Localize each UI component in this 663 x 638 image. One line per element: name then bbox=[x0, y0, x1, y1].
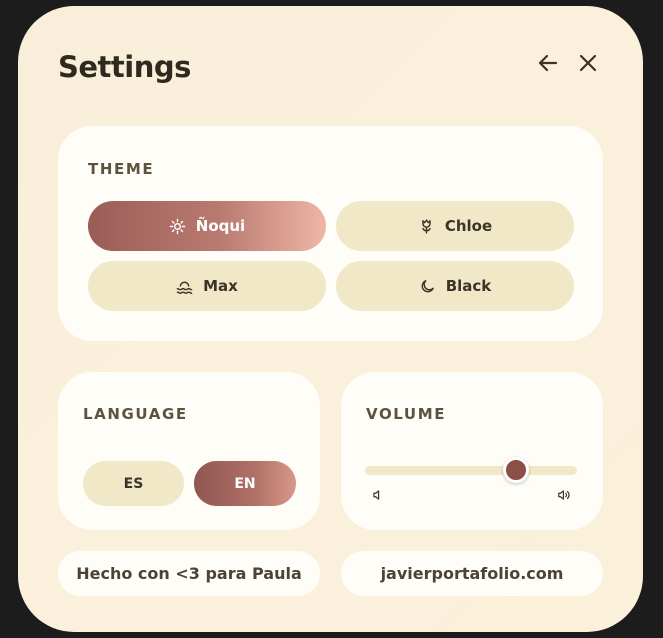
language-label: LANGUAGE bbox=[83, 405, 188, 423]
language-option-en[interactable]: EN bbox=[194, 461, 296, 506]
settings-panel: Settings THEME Ñoqui Chloe Max Black LAN… bbox=[18, 6, 643, 632]
volume-card: VOLUME bbox=[341, 372, 603, 530]
volume-low-icon bbox=[373, 490, 380, 500]
volume-high-icon bbox=[558, 490, 570, 500]
close-icon bbox=[579, 54, 597, 72]
page-title: Settings bbox=[58, 50, 191, 84]
theme-card: THEME Ñoqui Chloe Max Black bbox=[58, 126, 603, 341]
language-option-es[interactable]: ES bbox=[83, 461, 184, 506]
theme-label: THEME bbox=[88, 160, 155, 178]
volume-label: VOLUME bbox=[366, 405, 447, 423]
theme-option-label: Black bbox=[445, 277, 492, 295]
theme-option-noqui[interactable]: Ñoqui bbox=[88, 201, 326, 251]
language-card: LANGUAGE ES EN bbox=[58, 372, 320, 530]
back-button[interactable] bbox=[535, 50, 561, 76]
theme-option-label: Max bbox=[203, 277, 238, 295]
waves-icon bbox=[176, 281, 193, 294]
theme-option-max[interactable]: Max bbox=[88, 261, 326, 311]
portfolio-link[interactable]: javierportafolio.com bbox=[341, 551, 603, 596]
theme-option-black[interactable]: Black bbox=[336, 261, 574, 311]
flower-icon bbox=[422, 218, 431, 234]
theme-option-label: Chloe bbox=[444, 217, 493, 235]
theme-option-label: Ñoqui bbox=[195, 217, 246, 235]
sun-icon bbox=[169, 218, 186, 234]
theme-option-chloe[interactable]: Chloe bbox=[336, 201, 574, 251]
close-button[interactable] bbox=[575, 50, 601, 76]
moon-icon bbox=[421, 279, 434, 292]
credit-button[interactable]: Hecho con <3 para Paula bbox=[58, 551, 320, 596]
volume-slider-track[interactable] bbox=[365, 466, 577, 475]
arrow-left-icon bbox=[538, 54, 558, 72]
volume-slider-thumb[interactable] bbox=[502, 457, 529, 483]
